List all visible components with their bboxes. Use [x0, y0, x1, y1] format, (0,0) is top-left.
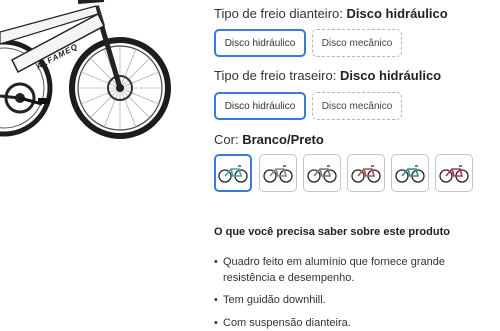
bike-thumbnail-icon [351, 165, 381, 183]
bullet-dot: • [214, 317, 218, 329]
option-label: Disco mecânico [321, 37, 393, 49]
color-label: Cor: Branco/Preto [214, 132, 324, 147]
product-info-bullet: • Tem guidão downhill. [214, 292, 484, 308]
option-label: Disco hidráulico [224, 100, 296, 112]
bike-thumbnail-icon [439, 165, 469, 183]
bullet-dot: • [214, 256, 218, 268]
color-label-text: Cor: [214, 132, 239, 147]
color-swatch-5[interactable] [391, 154, 429, 192]
front-brake-selected-value: Disco hidráulico [346, 6, 448, 21]
rear-brake-option-mechanical[interactable]: Disco mecânico [312, 92, 402, 120]
color-swatch-3[interactable] [303, 154, 341, 192]
rear-brake-selected-value: Disco hidráulico [339, 68, 442, 83]
front-brake-option-mechanical[interactable]: Disco mecânico [312, 29, 402, 57]
front-brake-label: Tipo de freio dianteiro: Disco hidráulic… [214, 6, 448, 21]
front-brake-option-hydraulic[interactable]: Disco hidráulico [214, 29, 306, 57]
rear-brake-label: Tipo de freio traseiro: Disco hidráulico [214, 68, 441, 83]
color-swatch-1[interactable] [214, 154, 252, 192]
product-image[interactable]: ALFAMEQ [0, 0, 192, 150]
color-selected-value: Branco/Preto [242, 132, 324, 147]
bullet-text: Tem guidão downhill. [223, 294, 326, 306]
bike-thumbnail-icon [395, 165, 425, 183]
product-info-bullet: • Quadro feito em alumínio que fornece g… [214, 254, 484, 286]
bullet-dot: • [214, 294, 218, 306]
bike-thumbnail-icon [263, 165, 293, 183]
bicycle-illustration [0, 0, 171, 139]
bullet-text: Com suspensão dianteira. [223, 317, 351, 329]
bullet-text: Quadro feito em alumínio que fornece gra… [223, 256, 445, 284]
product-info-bullet: • Com suspensão dianteira. [214, 315, 484, 331]
option-label: Disco hidráulico [224, 37, 296, 49]
option-label: Disco mecânico [321, 100, 393, 112]
bike-thumbnail-icon [307, 165, 337, 183]
rear-brake-option-hydraulic[interactable]: Disco hidráulico [214, 92, 306, 120]
color-swatch-2[interactable] [259, 154, 297, 192]
rear-brake-label-text: Tipo de freio traseiro: [214, 68, 337, 83]
front-brake-label-text: Tipo de freio dianteiro: [214, 6, 343, 21]
bike-thumbnail-icon [218, 165, 248, 183]
color-swatch-4[interactable] [347, 154, 385, 192]
color-swatch-6[interactable] [435, 154, 473, 192]
product-info-title: O que você precisa saber sobre este prod… [214, 226, 450, 238]
